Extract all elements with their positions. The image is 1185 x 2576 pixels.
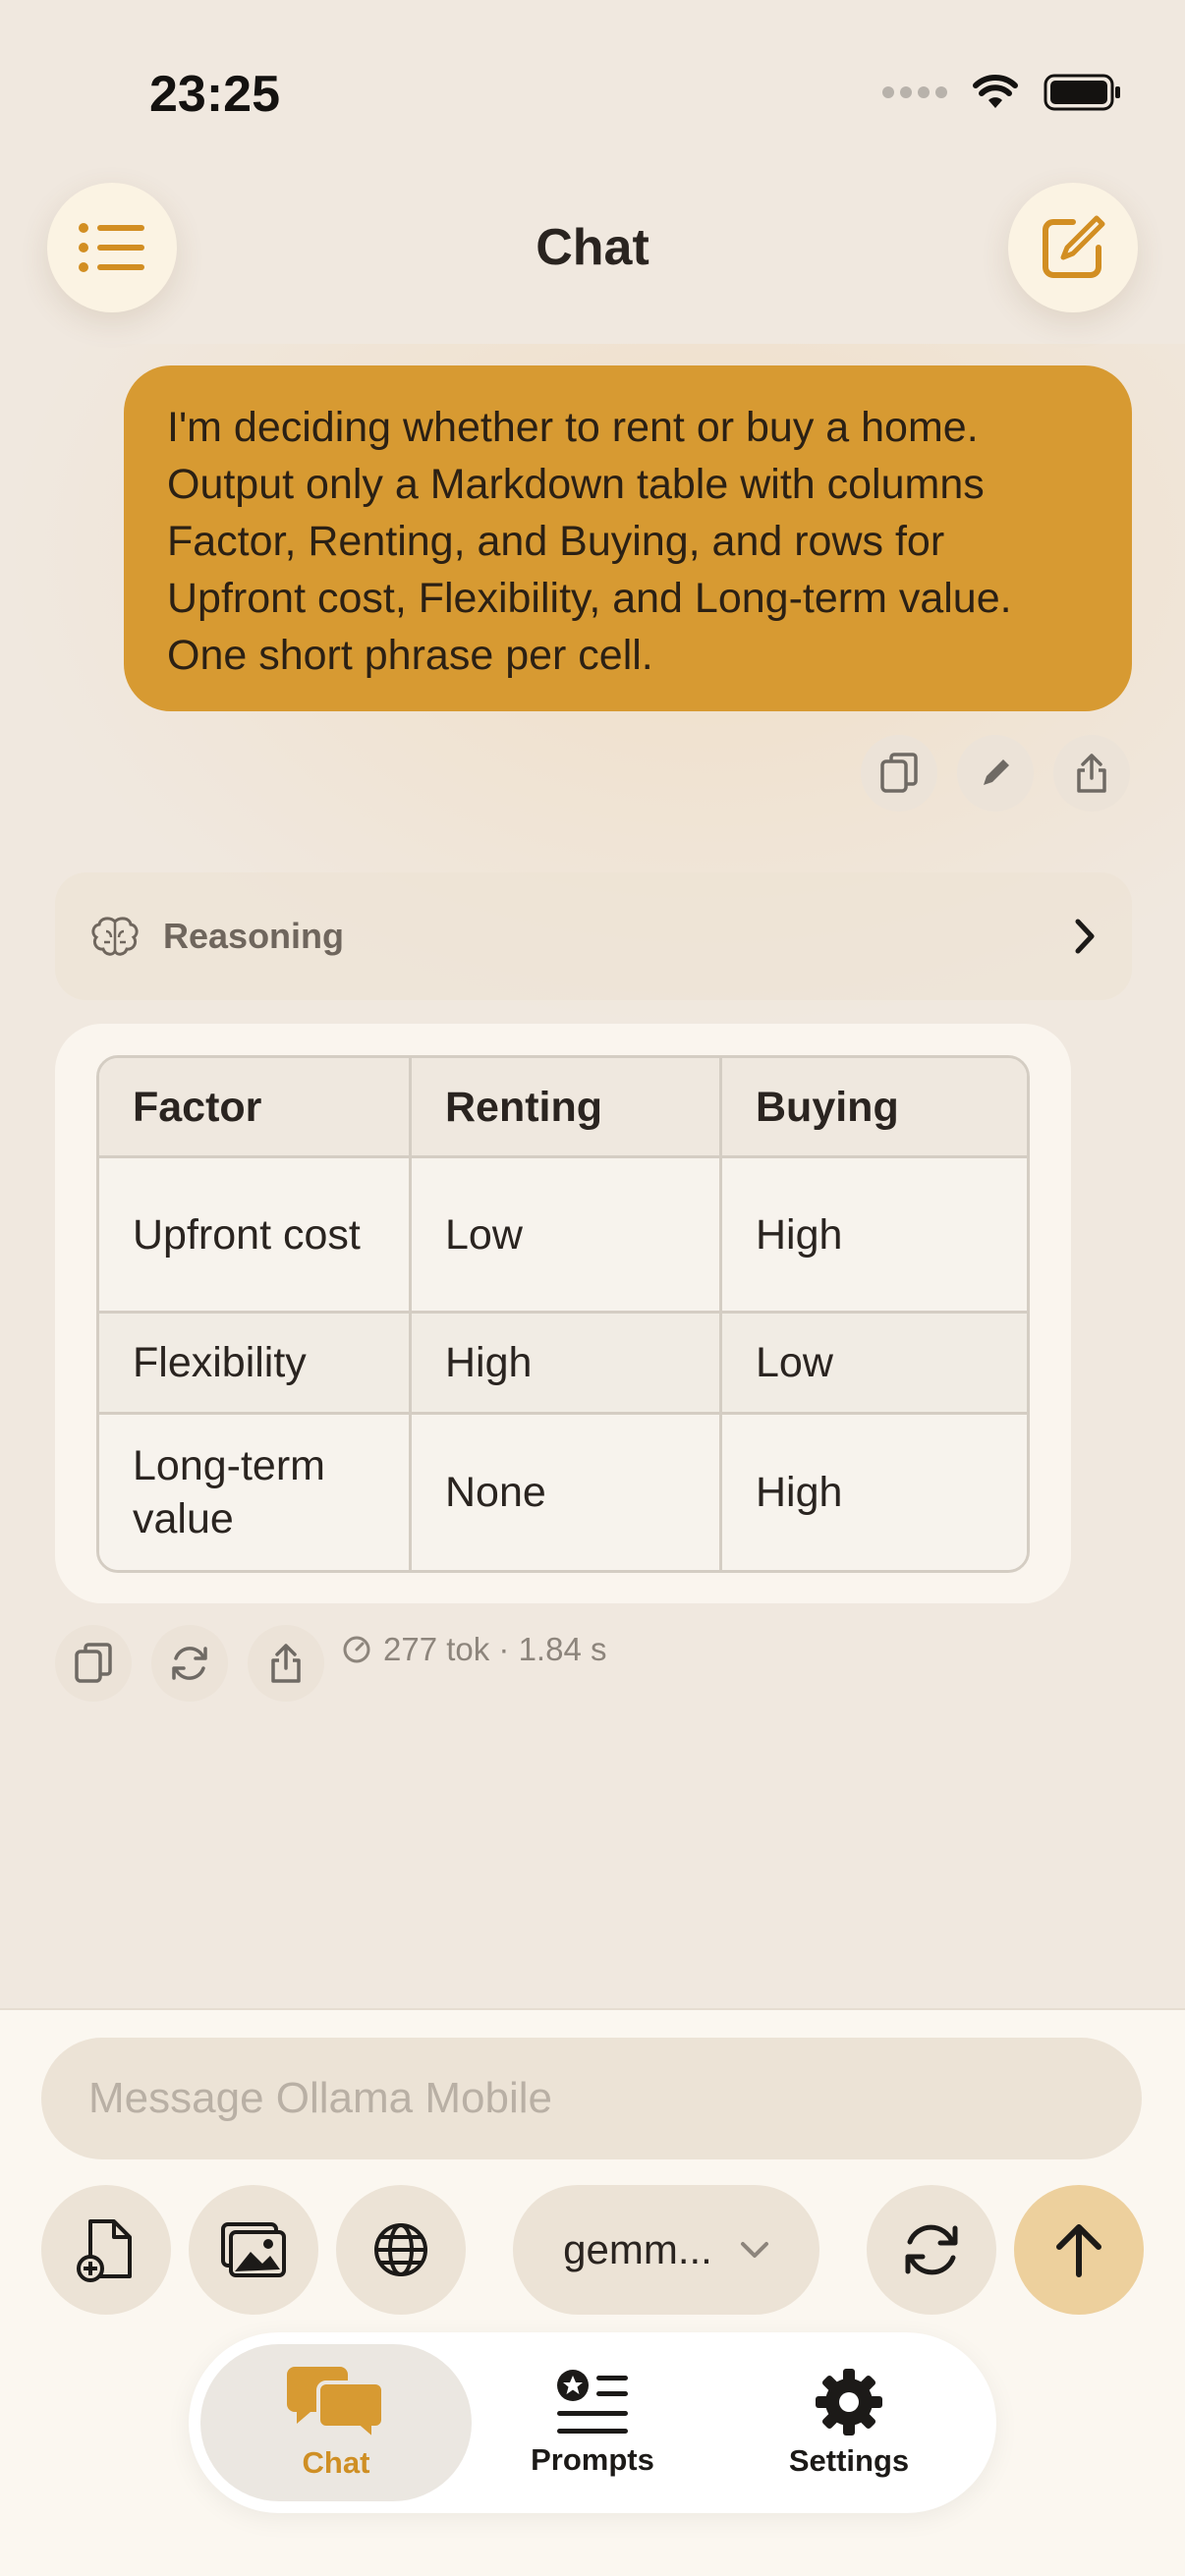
battery-icon — [1044, 74, 1120, 111]
tab-chat-label: Chat — [302, 2445, 370, 2480]
table-row: Upfront cost Low High — [99, 1158, 1027, 1314]
gear-icon — [816, 2369, 882, 2436]
cellular-signal-icon — [882, 86, 947, 98]
send-button[interactable] — [1014, 2185, 1144, 2315]
table-header-cell: Renting — [412, 1058, 722, 1158]
tab-settings[interactable]: Settings — [713, 2344, 985, 2501]
tab-prompts[interactable]: Prompts — [457, 2344, 728, 2501]
globe-icon — [374, 2223, 427, 2276]
tab-bar: Chat Prompts Settings — [189, 2332, 996, 2513]
brain-icon — [91, 917, 139, 956]
tab-prompts-label: Prompts — [531, 2442, 654, 2477]
compose-icon — [1043, 215, 1105, 278]
assistant-message-card: Factor Renting Buying Upfront cost Low H… — [55, 1024, 1071, 1603]
reset-conversation-button[interactable] — [867, 2185, 996, 2315]
arrow-up-icon — [1056, 2224, 1101, 2277]
web-search-button[interactable] — [336, 2185, 466, 2315]
wifi-icon — [973, 75, 1018, 108]
attach-image-button[interactable] — [189, 2185, 318, 2315]
starred-list-icon — [557, 2370, 628, 2434]
refresh-icon — [172, 1647, 207, 1680]
copy-response-button[interactable] — [55, 1625, 132, 1702]
tab-settings-label: Settings — [788, 2443, 910, 2478]
status-time: 23:25 — [149, 66, 280, 123]
user-message-bubble: I'm deciding whether to rent or buy a ho… — [124, 365, 1132, 711]
share-response-button[interactable] — [248, 1625, 324, 1702]
user-message-actions — [861, 735, 1130, 812]
table-cell: None — [412, 1415, 722, 1570]
reasoning-label: Reasoning — [163, 916, 345, 956]
table-cell: High — [412, 1314, 722, 1415]
chevron-right-icon — [1075, 919, 1095, 954]
table-cell: Upfront cost — [99, 1158, 412, 1314]
tab-chat[interactable]: Chat — [200, 2344, 472, 2501]
chat-bubbles-icon — [287, 2367, 385, 2439]
table-header-row: Factor Renting Buying — [99, 1058, 1027, 1158]
token-stats-text: 277 tok · 1.84 s — [383, 1631, 607, 1667]
pencil-icon — [984, 759, 1009, 785]
message-input[interactable] — [41, 2038, 1142, 2159]
share-icon — [1077, 754, 1106, 793]
copy-icon — [75, 1643, 112, 1683]
regenerate-button[interactable] — [151, 1625, 228, 1702]
attach-file-button[interactable] — [41, 2185, 171, 2315]
table-row: Long-term value None High — [99, 1415, 1027, 1570]
chevron-down-icon — [740, 2242, 768, 2258]
table-cell: High — [722, 1415, 1027, 1570]
edit-message-button[interactable] — [957, 735, 1034, 812]
table-header-cell: Factor — [99, 1058, 412, 1158]
gauge-icon — [343, 1636, 370, 1663]
table-header-cell: Buying — [722, 1058, 1027, 1158]
model-name: gemm... — [563, 2226, 712, 2272]
copy-icon — [880, 753, 918, 793]
table-cell: Flexibility — [99, 1314, 412, 1415]
refresh-icon — [905, 2224, 958, 2275]
file-add-icon — [77, 2219, 132, 2282]
response-stats: 277 tok · 1.84 s — [342, 1631, 606, 1668]
table-cell: Low — [412, 1158, 722, 1314]
reasoning-disclosure[interactable]: Reasoning — [55, 872, 1132, 1000]
new-chat-button[interactable] — [1008, 183, 1138, 312]
status-icons — [882, 73, 1122, 112]
share-icon — [271, 1644, 301, 1683]
assistant-message-actions — [55, 1625, 324, 1702]
table-cell: High — [722, 1158, 1027, 1314]
model-selector[interactable]: gemm... — [513, 2185, 819, 2315]
copy-message-button[interactable] — [861, 735, 937, 812]
markdown-table: Factor Renting Buying Upfront cost Low H… — [96, 1055, 1030, 1573]
photo-icon — [221, 2222, 286, 2277]
table-cell: Low — [722, 1314, 1027, 1415]
table-row: Flexibility High Low — [99, 1314, 1027, 1415]
table-cell: Long-term value — [99, 1415, 412, 1570]
share-message-button[interactable] — [1053, 735, 1130, 812]
